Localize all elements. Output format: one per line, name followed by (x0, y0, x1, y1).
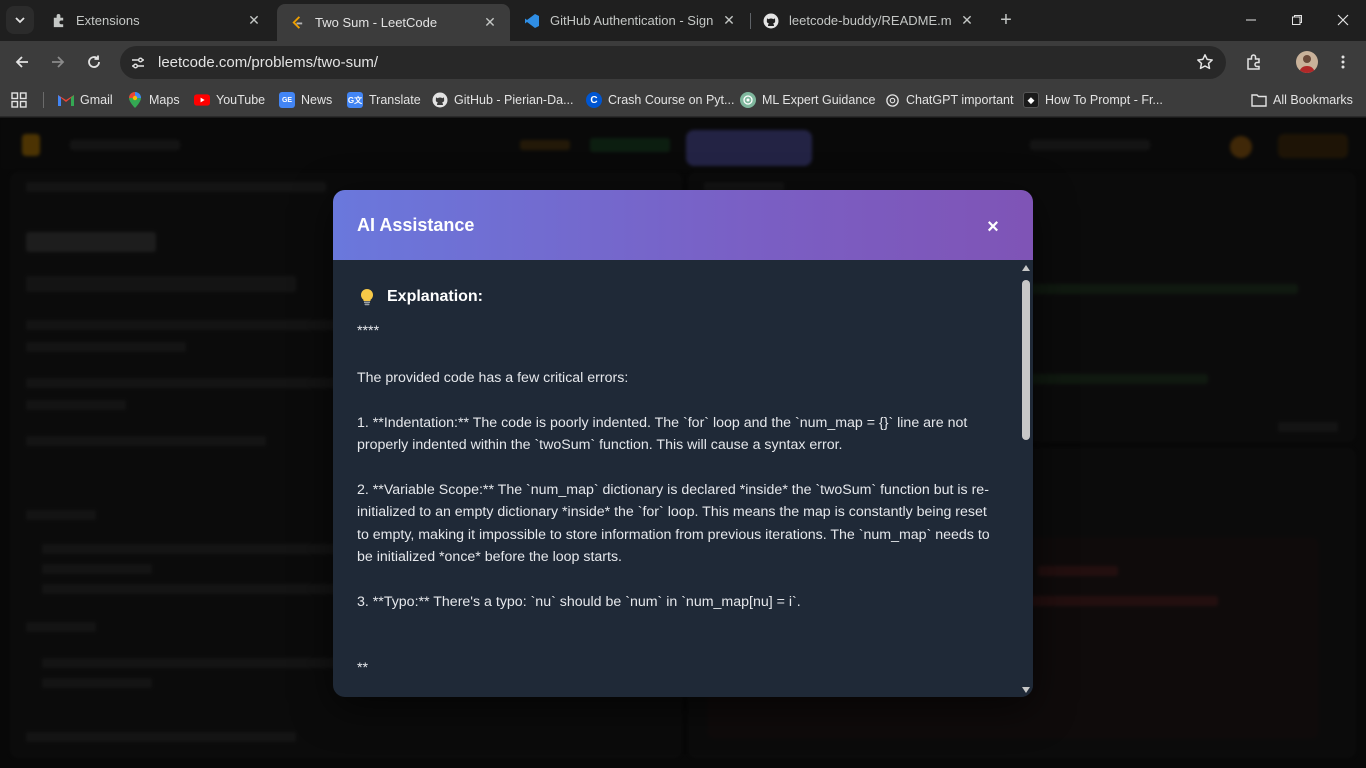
bookmark-translate[interactable]: G文 Translate (347, 90, 421, 110)
tab-title: leetcode-buddy/README.md at (789, 13, 951, 28)
translate-icon: G文 (347, 92, 363, 108)
tab-title: GitHub Authentication - Sign In (550, 13, 713, 28)
explanation-paragraph: 2. **Variable Scope:** The `num_map` dic… (357, 481, 990, 566)
minimize-icon (1246, 19, 1256, 21)
bookmark-youtube[interactable]: YouTube (194, 90, 265, 110)
bookmark-news[interactable]: GE News (279, 90, 332, 110)
bookmark-crash-course[interactable]: C Crash Course on Pyt... (586, 90, 734, 110)
all-bookmarks-button[interactable]: All Bookmarks (1251, 90, 1353, 110)
explanation-heading-text: Explanation: (387, 288, 484, 305)
leetcode-icon (289, 15, 305, 31)
reload-button[interactable] (80, 48, 108, 76)
close-icon (1337, 14, 1349, 26)
modal-body: Explanation: **** The provided code has … (333, 260, 1019, 697)
news-icon: GE (279, 92, 295, 108)
profile-button[interactable] (1293, 48, 1321, 76)
bookmark-github[interactable]: GitHub - Pierian-Da... (432, 90, 573, 110)
bookmark-how-to-prompt[interactable]: ◆ How To Prompt - Fr... (1023, 90, 1163, 110)
explanation-heading: Explanation: (357, 286, 991, 308)
close-tab-icon[interactable]: ✕ (246, 12, 262, 29)
vscode-icon (524, 13, 540, 29)
bookmarks-bar: Gmail Maps YouTube GE News G文 Translate … (0, 83, 1366, 117)
puzzle-icon (1247, 54, 1260, 70)
chevron-down-icon (15, 17, 25, 24)
apps-grid-icon (11, 92, 27, 108)
avatar (1296, 51, 1318, 73)
bookmarks-divider (43, 92, 44, 108)
tab-title: Two Sum - LeetCode (315, 15, 438, 30)
bookmark-label: YouTube (216, 93, 266, 107)
explanation-paragraph: **** (357, 323, 380, 340)
tab-extensions[interactable]: Extensions ✕ (38, 4, 274, 37)
arrow-left-icon (15, 56, 28, 68)
bookmark-gmail[interactable]: Gmail (58, 90, 113, 110)
explanation-paragraph: 3. **Typo:** There's a typo: `nu` should… (357, 593, 801, 610)
bookmark-label: ML Expert Guidance (762, 93, 876, 107)
puzzle-icon (50, 13, 66, 29)
tab-two-sum[interactable]: Two Sum - LeetCode ✕ (277, 4, 510, 41)
chatgpt-icon (740, 92, 756, 108)
close-tab-icon[interactable]: ✕ (482, 14, 498, 31)
site-info-icon[interactable] (126, 51, 150, 75)
coursera-icon: C (586, 92, 602, 108)
folder-icon (1251, 92, 1267, 108)
bookmark-label: Maps (149, 93, 180, 107)
gmail-icon (58, 92, 74, 108)
tab-title: Extensions (76, 13, 140, 28)
bookmark-label: How To Prompt - Fr... (1045, 93, 1163, 107)
close-window-button[interactable] (1328, 8, 1358, 32)
browser-toolbar: leetcode.com/problems/two-sum/ (0, 41, 1366, 83)
scroll-down-arrow-icon[interactable] (1022, 687, 1030, 693)
bookmark-label: GitHub - Pierian-Da... (454, 93, 574, 107)
prompt-icon: ◆ (1023, 92, 1039, 108)
arrow-right-icon (52, 56, 65, 68)
modal-scrollbar[interactable] (1019, 260, 1033, 697)
bookmark-label: Crash Course on Pyt... (608, 93, 735, 107)
modal-header: AI Assistance × (333, 190, 1033, 260)
new-tab-button[interactable]: + (994, 8, 1018, 32)
tab-strip: Extensions ✕ Two Sum - LeetCode ✕ GitHub… (0, 0, 1366, 41)
explanation-paragraph: 1. **Indentation:** The code is poorly i… (357, 414, 968, 454)
explanation-paragraph: The provided code has a few critical err… (357, 369, 629, 386)
close-tab-icon[interactable]: ✕ (959, 12, 975, 29)
address-bar[interactable]: leetcode.com/problems/two-sum/ (120, 46, 1226, 79)
bookmark-chatgpt[interactable]: ChatGPT important (884, 90, 1013, 110)
bookmark-label: ChatGPT important (906, 93, 1014, 107)
kebab-menu-icon (1341, 55, 1345, 69)
chatgpt-icon (884, 92, 900, 108)
scrollbar-thumb[interactable] (1022, 280, 1030, 440)
maps-icon (127, 92, 143, 108)
tab-search-button[interactable] (6, 6, 34, 34)
youtube-icon (194, 92, 210, 108)
lightbulb-icon (357, 287, 377, 307)
tab-github-auth[interactable]: GitHub Authentication - Sign In ✕ (512, 4, 749, 37)
github-icon (763, 13, 779, 29)
restore-icon (1292, 15, 1302, 25)
explanation-paragraph: ** (357, 660, 369, 677)
github-icon (432, 92, 448, 108)
reload-icon (88, 55, 100, 68)
modal-title: AI Assistance (357, 215, 475, 235)
bookmark-ml-expert[interactable]: ML Expert Guidance (740, 90, 875, 110)
browser-menu-button[interactable] (1329, 48, 1357, 76)
close-icon[interactable]: × (983, 216, 1003, 238)
scroll-up-arrow-icon[interactable] (1022, 265, 1030, 271)
bookmark-label: Gmail (80, 93, 113, 107)
minimize-button[interactable] (1236, 8, 1266, 32)
ai-assistance-modal: AI Assistance × Explanation: **** The pr… (333, 190, 1033, 697)
bookmark-star-icon[interactable] (1196, 53, 1214, 76)
bookmark-maps[interactable]: Maps (127, 90, 180, 110)
apps-button[interactable] (11, 90, 27, 110)
tab-readme[interactable]: leetcode-buddy/README.md at ✕ (751, 4, 987, 37)
back-button[interactable] (8, 48, 36, 76)
bookmark-label: All Bookmarks (1273, 93, 1353, 107)
extensions-button[interactable] (1240, 48, 1268, 76)
url-text[interactable]: leetcode.com/problems/two-sum/ (158, 54, 378, 71)
bookmark-label: Translate (369, 93, 421, 107)
bookmark-label: News (301, 93, 333, 107)
restore-button[interactable] (1282, 8, 1312, 32)
forward-button[interactable] (44, 48, 72, 76)
close-tab-icon[interactable]: ✕ (721, 12, 737, 29)
